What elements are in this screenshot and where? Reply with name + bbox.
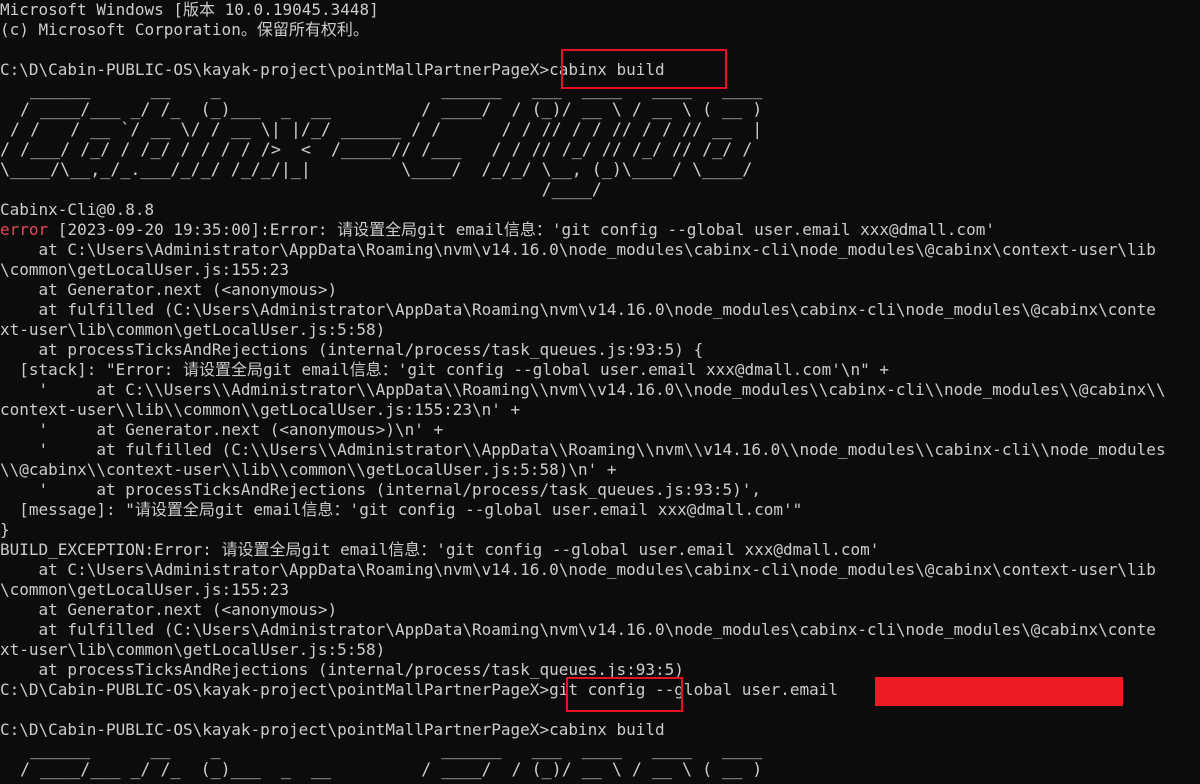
console-line: \common\getLocalUser.js:155:23 [0,260,289,280]
console-window[interactable]: Microsoft Windows [版本 10.0.19045.3448] (c… [0,0,1200,784]
console-line-text: / /___/ /_/ / /_/ / / / / /> < /_____// … [0,140,753,160]
console-line: C:\D\Cabin-PUBLIC-OS\kayak-project\point… [0,680,838,700]
console-line-text: C:\D\Cabin-PUBLIC-OS\kayak-project\point… [0,720,665,739]
console-line-text: \____/\__,_/_.___/_/_/ /_/_/|_| \____/ /… [0,160,753,180]
console-line-text: ______ __ _ ______ ___ ____ ____ ____ [0,740,763,760]
console-line: } [0,520,10,540]
console-line: at fulfilled (C:\Users\Administrator\App… [0,620,1156,640]
ascii-banner-line: / ____/___ _/ /_ (_)___ _ __ / ____/ / (… [0,760,762,780]
console-line: (c) Microsoft Corporation。保留所有权利。 [0,20,369,40]
console-line-text: \\@cabinx\\context-user\\lib\\common\\ge… [0,460,617,479]
console-line-text: ' at processTicksAndRejections (internal… [0,480,761,499]
console-line: xt-user\lib\common\getLocalUser.js:5:58) [0,640,385,660]
console-line-text: xt-user\lib\common\getLocalUser.js:5:58) [0,640,386,659]
ascii-banner-line: ______ __ _ ______ ___ ____ ____ ____ [0,740,762,760]
console-line: ' at fulfilled (C:\\Users\\Administrator… [0,440,1166,460]
console-line: at Generator.next (<anonymous>) [0,600,338,620]
console-line-text: at fulfilled (C:\Users\Administrator\App… [0,620,1156,639]
console-line-text: C:\D\Cabin-PUBLIC-OS\kayak-project\point… [0,680,839,699]
highlight-box-git-config [566,677,683,712]
console-line: context-user\\lib\\common\\getLocalUser.… [0,400,520,420]
console-line-text: Cabinx-Cli@0.8.8 [0,200,155,219]
console-line-text: ' at fulfilled (C:\\Users\\Administrator… [0,440,1166,459]
console-line: \\@cabinx\\context-user\\lib\\common\\ge… [0,460,617,480]
console-line-text: / / / __ `/ __ \/ / __ \| |/_/ ______ / … [0,120,763,140]
console-line-text: xt-user\lib\common\getLocalUser.js:5:58) [0,320,386,339]
console-line-text: [stack]: "Error: 请设置全局git email信息：'git c… [0,360,889,379]
console-line-text: [2023-09-20 19:35:00]:Error: 请设置全局git em… [48,220,995,239]
console-line-text: context-user\\lib\\common\\getLocalUser.… [0,400,521,419]
ascii-banner-line: \____/\__,_/_.___/_/_/ /_/_/|_| \____/ /… [0,160,752,180]
console-line-text: BUILD_EXCEPTION:Error: 请设置全局git email信息：… [0,540,880,559]
console-line-text: \common\getLocalUser.js:155:23 [0,580,289,599]
console-line: at processTicksAndRejections (internal/p… [0,340,704,360]
console-line: at fulfilled (C:\Users\Administrator\App… [0,300,1156,320]
console-line: at Generator.next (<anonymous>) [0,280,338,300]
console-line-text: / ____/___ _/ /_ (_)___ _ __ / ____/ / (… [0,760,763,780]
console-line: xt-user\lib\common\getLocalUser.js:5:58) [0,320,385,340]
console-line-text: [message]: "请设置全局git email信息：'git config… [0,500,803,519]
console-line-text: at C:\Users\Administrator\AppData\Roamin… [0,560,1156,579]
console-line-text: / ____/___ _/ /_ (_)___ _ __ / ____/ / (… [0,100,763,120]
redacted-email [875,677,1123,706]
console-line-text: at Generator.next (<anonymous>) [0,600,338,619]
console-line: BUILD_EXCEPTION:Error: 请设置全局git email信息：… [0,540,879,560]
console-line: Microsoft Windows [版本 10.0.19045.3448] [0,0,379,20]
console-line: ' at Generator.next (<anonymous>)\n' + [0,420,444,440]
console-line: [stack]: "Error: 请设置全局git email信息：'git c… [0,360,889,380]
console-line-text: ' at C:\\Users\\Administrator\\AppData\\… [0,380,1166,399]
console-line-text: \common\getLocalUser.js:155:23 [0,260,289,279]
highlight-box-cabinx-build [561,49,727,89]
console-line: C:\D\Cabin-PUBLIC-OS\kayak-project\point… [0,720,665,740]
console-line: [message]: "请设置全局git email信息：'git config… [0,500,802,520]
console-line-text: } [0,520,10,539]
console-line: at C:\Users\Administrator\AppData\Roamin… [0,560,1156,580]
ascii-banner-line: /____/ [0,180,602,200]
console-line: \common\getLocalUser.js:155:23 [0,580,289,600]
console-line: error [2023-09-20 19:35:00]:Error: 请设置全局… [0,220,995,240]
ascii-banner-line: / ____/___ _/ /_ (_)___ _ __ / ____/ / (… [0,100,762,120]
console-line-text: ' at Generator.next (<anonymous>)\n' + [0,420,444,439]
console-line: at C:\Users\Administrator\AppData\Roamin… [0,240,1156,260]
console-line-text: Microsoft Windows [版本 10.0.19045.3448] [0,0,379,19]
error-label: error [0,220,49,239]
console-line: ' at processTicksAndRejections (internal… [0,480,761,500]
console-line-text: at fulfilled (C:\Users\Administrator\App… [0,300,1156,319]
console-line: Cabinx-Cli@0.8.8 [0,200,154,220]
console-line-text: at Generator.next (<anonymous>) [0,280,338,299]
console-line-text: /____/ [0,180,602,200]
console-line-text: at processTicksAndRejections (internal/p… [0,340,704,359]
ascii-banner-line: / /___/ /_/ / /_/ / / / / /> < /_____// … [0,140,752,160]
ascii-banner-line: / / / __ `/ __ \/ / __ \| |/_/ ______ / … [0,120,762,140]
console-line: ' at C:\\Users\\Administrator\\AppData\\… [0,380,1166,400]
console-line-text: at C:\Users\Administrator\AppData\Roamin… [0,240,1156,259]
console-line-text: (c) Microsoft Corporation。保留所有权利。 [0,20,369,39]
